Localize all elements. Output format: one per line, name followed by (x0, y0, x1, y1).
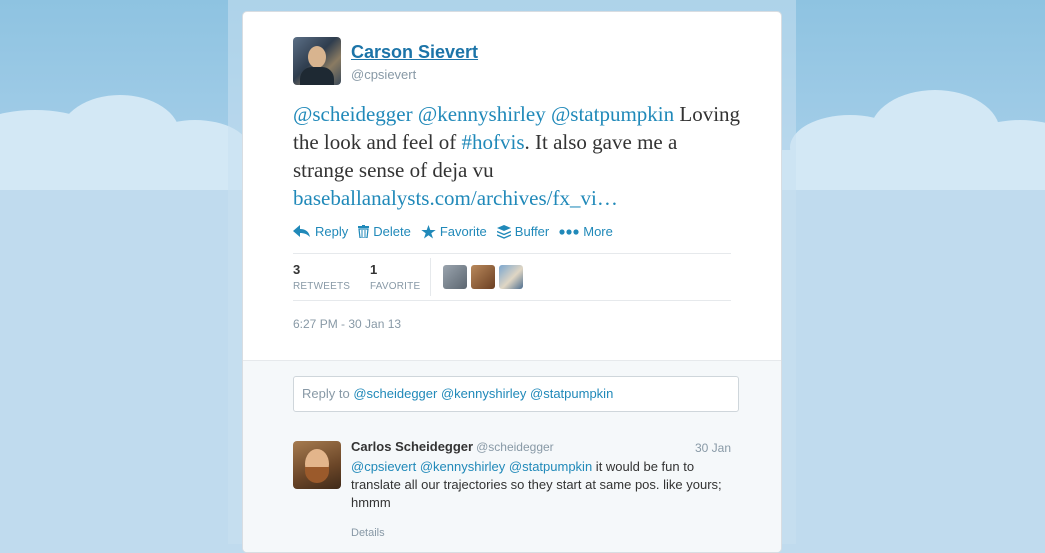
tweet-actions: Reply Delete Favorite Buffer More (293, 224, 613, 239)
more-button[interactable]: More (559, 224, 613, 239)
favorites-count: 1 (370, 262, 378, 277)
tweet-stats: 3 RETWEETS 1 FAVORITE (293, 253, 731, 301)
buffer-label: Buffer (514, 224, 550, 239)
delete-button[interactable]: Delete (358, 224, 411, 239)
star-icon (421, 224, 436, 238)
reply-label: Reply (315, 224, 349, 239)
tweet-permalink-card: Carson Sievert @cpsievert @scheidegger @… (242, 11, 782, 553)
divider (430, 258, 431, 296)
avatar[interactable] (293, 441, 341, 489)
mention-link[interactable]: @scheidegger (293, 102, 413, 126)
reply-input[interactable]: Reply to @scheidegger @kennyshirley @sta… (293, 376, 739, 412)
reply-prefix: Reply to (302, 386, 354, 401)
tweet-text: @scheidegger @kennyshirley @statpumpkin … (293, 100, 743, 212)
reply-mention-links[interactable]: @cpsievert @kennyshirley @statpumpkin (351, 459, 592, 474)
more-label: More (583, 224, 613, 239)
reply-author-handle: @scheidegger (476, 440, 554, 454)
retweets-count: 3 (293, 262, 301, 277)
engagement-avatars (443, 265, 523, 289)
buffer-button[interactable]: Buffer (496, 224, 550, 239)
mention-link[interactable]: @kennyshirley (418, 102, 546, 126)
reply-text: @cpsievert @kennyshirley @statpumpkin it… (351, 458, 741, 512)
favorite-button[interactable]: Favorite (421, 224, 487, 239)
author-handle[interactable]: @cpsievert (351, 67, 416, 82)
favorites-stat[interactable]: 1 FAVORITE (370, 262, 420, 292)
favorite-label: Favorite (439, 224, 487, 239)
author-name[interactable]: Carson Sievert (351, 42, 478, 63)
avatar[interactable] (499, 265, 523, 289)
tweet-timestamp[interactable]: 6:27 PM - 30 Jan 13 (293, 317, 401, 331)
details-link[interactable]: Details (351, 527, 385, 539)
reply-tweet[interactable]: Carlos Scheidegger @scheidegger 30 Jan @c… (243, 433, 781, 552)
avatar[interactable] (471, 265, 495, 289)
reply-date[interactable]: 30 Jan (695, 441, 731, 455)
avatar[interactable] (293, 37, 341, 85)
reply-composer: Reply to @scheidegger @kennyshirley @sta… (243, 360, 781, 434)
mention-link[interactable]: @statpumpkin (551, 102, 674, 126)
delete-label: Delete (373, 224, 411, 239)
retweets-label: RETWEETS (293, 281, 351, 292)
hashtag-link[interactable]: #hofvis (462, 130, 525, 154)
trash-icon (358, 225, 370, 238)
retweets-stat[interactable]: 3 RETWEETS (293, 262, 350, 292)
reply-author[interactable]: Carlos Scheidegger @scheidegger (351, 439, 554, 454)
avatar[interactable] (443, 265, 467, 289)
reply-mentions: @scheidegger @kennyshirley @statpumpkin (353, 386, 614, 401)
url-link[interactable]: baseballanalysts.com/archives/fx_vi… (293, 186, 618, 210)
reply-icon (293, 225, 310, 237)
reply-button[interactable]: Reply (293, 224, 348, 239)
reply-author-name: Carlos Scheidegger (351, 439, 474, 454)
more-dots-icon (559, 228, 579, 235)
favorites-label: FAVORITE (370, 281, 421, 292)
buffer-icon (496, 224, 511, 239)
